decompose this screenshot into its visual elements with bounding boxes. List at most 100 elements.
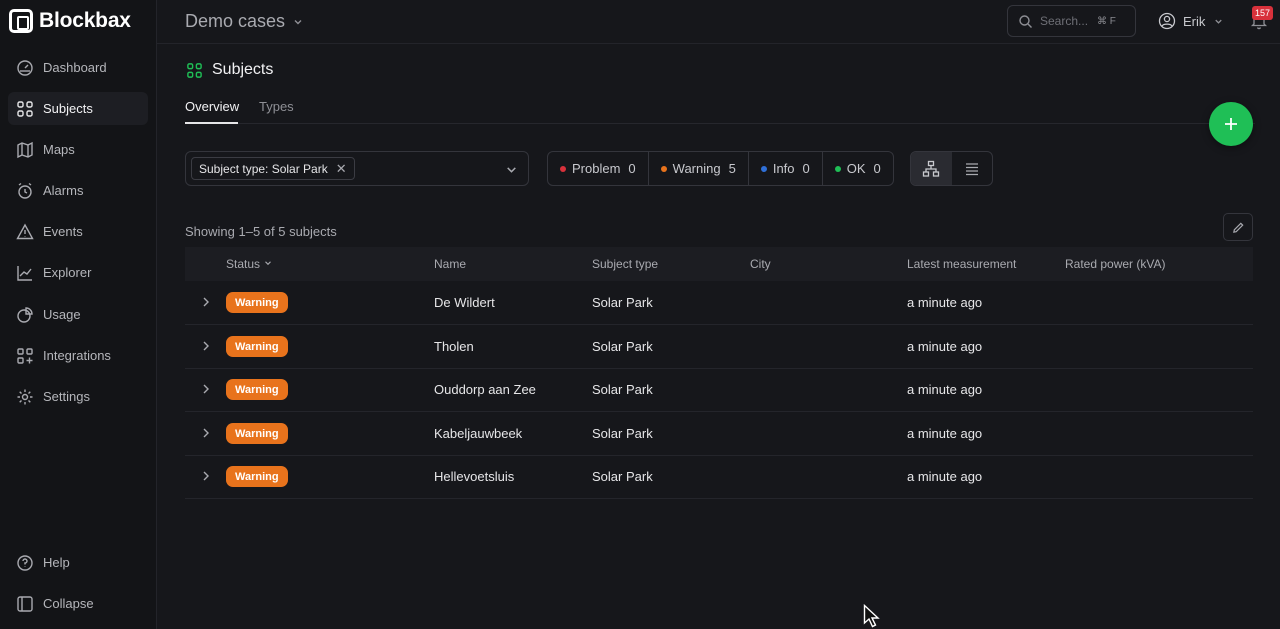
subject-name[interactable]: Hellevoetsluis <box>434 469 514 484</box>
table-row[interactable]: Warning De Wildert Solar Park a minute a… <box>185 281 1253 325</box>
sidebar-item-alarms[interactable]: Alarms <box>8 174 148 207</box>
sidebar-collapse-button[interactable]: Collapse <box>8 587 148 620</box>
help-icon <box>17 554 33 571</box>
table-row[interactable]: Warning Tholen Solar Park a minute ago <box>185 325 1253 369</box>
sidebar-item-dashboard[interactable]: Dashboard <box>8 51 148 84</box>
search-input[interactable]: Search... ⌘ F <box>1007 5 1136 37</box>
hierarchy-view-button[interactable] <box>911 152 952 185</box>
logo[interactable]: Blockbax <box>9 9 131 33</box>
filter-chip-label: Subject type: Solar Park <box>199 161 328 176</box>
page-title-text: Subjects <box>212 61 274 78</box>
chevron-right-icon[interactable] <box>201 382 211 396</box>
column-city[interactable]: City <box>750 257 771 271</box>
sidebar-item-events[interactable]: Events <box>8 215 148 248</box>
mouse-cursor-icon <box>863 604 880 628</box>
notification-badge: 157 <box>1252 6 1274 20</box>
collapse-icon <box>17 595 33 612</box>
sidebar-item-label: Dashboard <box>43 60 107 75</box>
subject-type: Solar Park <box>592 339 653 354</box>
subject-type: Solar Park <box>592 469 653 484</box>
status-dot <box>760 165 767 172</box>
subject-filter-input[interactable]: Subject type: Solar Park ✕ <box>185 151 529 186</box>
user-menu[interactable]: Erik <box>1158 12 1231 30</box>
chevron-down-icon <box>265 261 272 266</box>
filter-chip: Subject type: Solar Park ✕ <box>191 157 355 180</box>
sidebar-item-label: Subjects <box>43 101 93 116</box>
view-toggle <box>910 151 993 186</box>
chevron-right-icon[interactable] <box>201 295 211 309</box>
sidebar-item-usage[interactable]: Usage <box>8 298 148 331</box>
sidebar-item-label: Integrations <box>43 348 111 363</box>
workspace-name: Demo cases <box>185 11 286 31</box>
chevron-down-icon <box>1215 19 1223 24</box>
tab-overview[interactable]: Overview <box>185 99 239 114</box>
subject-type: Solar Park <box>592 382 653 397</box>
column-name[interactable]: Name <box>434 257 466 271</box>
edit-columns-button[interactable] <box>1223 213 1253 241</box>
subject-name[interactable]: Tholen <box>434 339 474 354</box>
list-view-button[interactable] <box>952 152 993 185</box>
status-label: OK <box>846 161 866 176</box>
close-icon[interactable]: ✕ <box>336 161 347 177</box>
table-header: Status Name Subject type City Latest mea… <box>185 247 1253 281</box>
sidebar-item-label: Events <box>43 224 83 239</box>
status-filter-warning[interactable]: Warning 5 <box>649 152 749 185</box>
table-row[interactable]: Warning Ouddorp aan Zee Solar Park a min… <box>185 368 1253 412</box>
sidebar-item-label: Usage <box>43 307 81 322</box>
grid-plus-icon <box>17 347 33 364</box>
map-icon <box>17 141 33 158</box>
table-row[interactable]: Warning Hellevoetsluis Solar Park a minu… <box>185 455 1253 499</box>
tabs-divider <box>185 123 1255 124</box>
status-badge: Warning <box>226 466 288 487</box>
sidebar-item-label: Maps <box>43 142 75 157</box>
chevron-right-icon[interactable] <box>201 339 211 353</box>
gear-icon <box>17 389 33 404</box>
workspace-selector[interactable]: Demo cases <box>185 11 304 32</box>
column-rated-power[interactable]: Rated power (kVA) <box>1065 257 1165 271</box>
sidebar-item-integrations[interactable]: Integrations <box>8 339 148 372</box>
hierarchy-icon <box>923 160 940 177</box>
subject-name[interactable]: Kabeljauwbeek <box>434 426 522 441</box>
status-count: 0 <box>873 161 881 176</box>
grid-icon <box>17 100 33 117</box>
status-label: Problem <box>572 161 621 176</box>
results-count: Showing 1–5 of 5 subjects <box>185 224 337 239</box>
status-label: Info <box>772 161 795 176</box>
pie-icon <box>17 306 33 323</box>
warning-triangle-icon <box>16 223 34 239</box>
status-label: Warning <box>672 161 721 176</box>
sidebar-item-maps[interactable]: Maps <box>8 133 148 166</box>
status-filter-problem[interactable]: Problem 0 <box>548 152 649 185</box>
status-filter-group: Problem 0 Warning 5 Info 0 OK 0 <box>547 151 894 186</box>
subject-name[interactable]: De Wildert <box>434 295 495 310</box>
brand-name: Blockbax <box>39 9 131 32</box>
subject-type: Solar Park <box>592 426 653 441</box>
tab-types[interactable]: Types <box>259 99 294 114</box>
table-row[interactable]: Warning Kabeljauwbeek Solar Park a minut… <box>185 412 1253 456</box>
sidebar-item-label: Explorer <box>43 265 92 280</box>
column-latest-measurement[interactable]: Latest measurement <box>907 257 1016 271</box>
chevron-down-icon[interactable] <box>505 163 518 176</box>
chevron-right-icon[interactable] <box>201 469 211 483</box>
status-badge: Warning <box>226 336 288 357</box>
alarm-icon <box>18 182 32 199</box>
active-tab-indicator <box>185 122 238 124</box>
sidebar-item-label: Help <box>43 555 70 570</box>
column-subject-type[interactable]: Subject type <box>592 257 658 271</box>
sidebar-item-explorer[interactable]: Explorer <box>8 256 148 289</box>
status-filter-info[interactable]: Info 0 <box>749 152 823 185</box>
add-subject-button[interactable] <box>1209 102 1253 146</box>
status-filter-ok[interactable]: OK 0 <box>823 152 893 185</box>
sidebar-item-settings[interactable]: Settings <box>8 380 148 413</box>
sidebar-item-subjects[interactable]: Subjects <box>8 92 148 125</box>
latest-measurement: a minute ago <box>907 426 983 441</box>
subject-name[interactable]: Ouddorp aan Zee <box>434 382 536 397</box>
status-dot <box>834 165 841 172</box>
search-placeholder: Search... <box>1040 14 1089 28</box>
column-status[interactable]: Status <box>226 257 273 271</box>
chevron-right-icon[interactable] <box>201 426 211 440</box>
sidebar-item-label: Settings <box>43 389 90 404</box>
status-count: 0 <box>802 161 810 176</box>
topbar: Demo cases Search... ⌘ F Erik 157 <box>157 0 1280 44</box>
sidebar-item-help[interactable]: Help <box>8 546 148 579</box>
